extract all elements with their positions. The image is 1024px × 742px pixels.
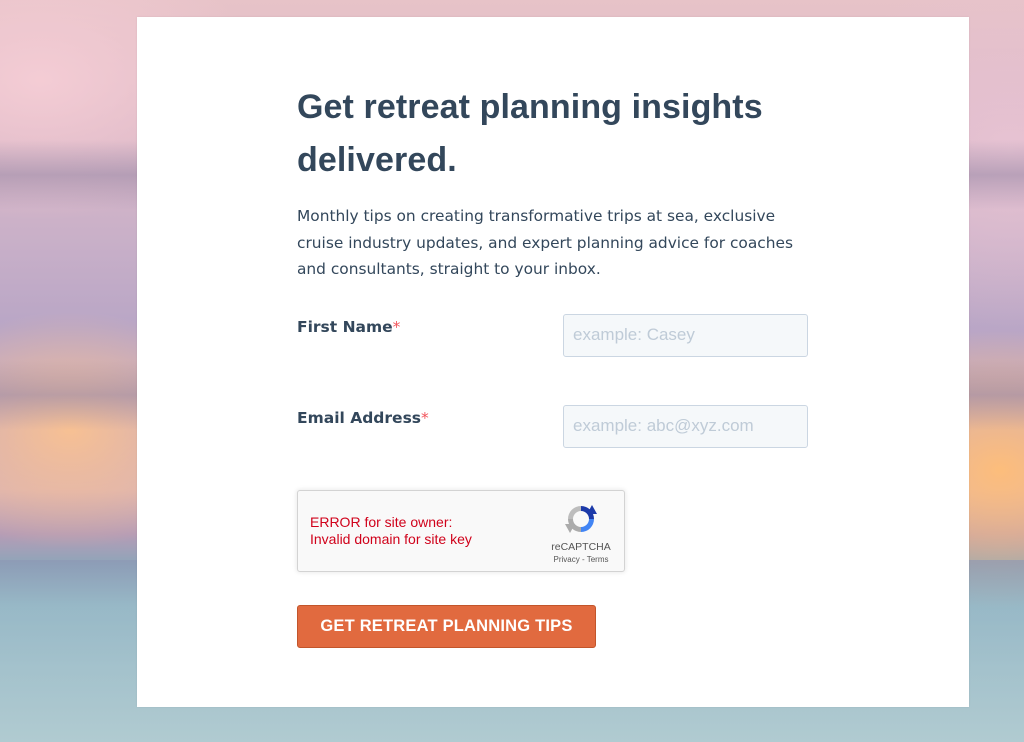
submit-button[interactable]: GET RETREAT PLANNING TIPS: [297, 604, 596, 648]
recaptcha-row: ERROR for site owner: Invalid domain for…: [297, 489, 809, 613]
recaptcha-widget[interactable]: ERROR for site owner: Invalid domain for…: [297, 489, 625, 572]
form-heading: Get retreat planning insights delivered.: [297, 88, 763, 179]
recaptcha-error-line: Invalid domain for site key: [310, 531, 472, 547]
recaptcha-privacy-link[interactable]: Privacy: [554, 555, 580, 564]
recaptcha-logo-icon: [565, 504, 597, 533]
recaptcha-terms-link[interactable]: Terms: [587, 555, 609, 564]
required-marker: *: [392, 317, 401, 336]
recaptcha-link-separator: -: [579, 554, 587, 564]
signup-form: Get retreat planning insights delivered.…: [297, 81, 809, 663]
signup-card: Get retreat planning insights delivered.…: [137, 17, 969, 707]
email-row: Email Address*: [297, 404, 809, 500]
required-marker: *: [421, 408, 429, 427]
recaptcha-error-message: ERROR for site owner: Invalid domain for…: [310, 514, 472, 549]
first-name-label: First Name*: [297, 318, 400, 336]
submit-row: GET RETREAT PLANNING TIPS: [297, 604, 809, 663]
first-name-row: First Name*: [297, 313, 809, 409]
email-label: Email Address*: [297, 409, 429, 427]
form-description: Monthly tips on creating transformative …: [297, 207, 793, 278]
recaptcha-brand: reCAPTCHA: [551, 540, 611, 553]
recaptcha-error-line: ERROR for site owner:: [310, 513, 453, 530]
recaptcha-links: Privacy - Terms: [538, 555, 624, 564]
first-name-input[interactable]: [563, 313, 808, 357]
first-name-label-text: First Name: [297, 317, 393, 336]
email-input[interactable]: [563, 404, 808, 448]
email-label-text: Email Address: [297, 408, 422, 427]
